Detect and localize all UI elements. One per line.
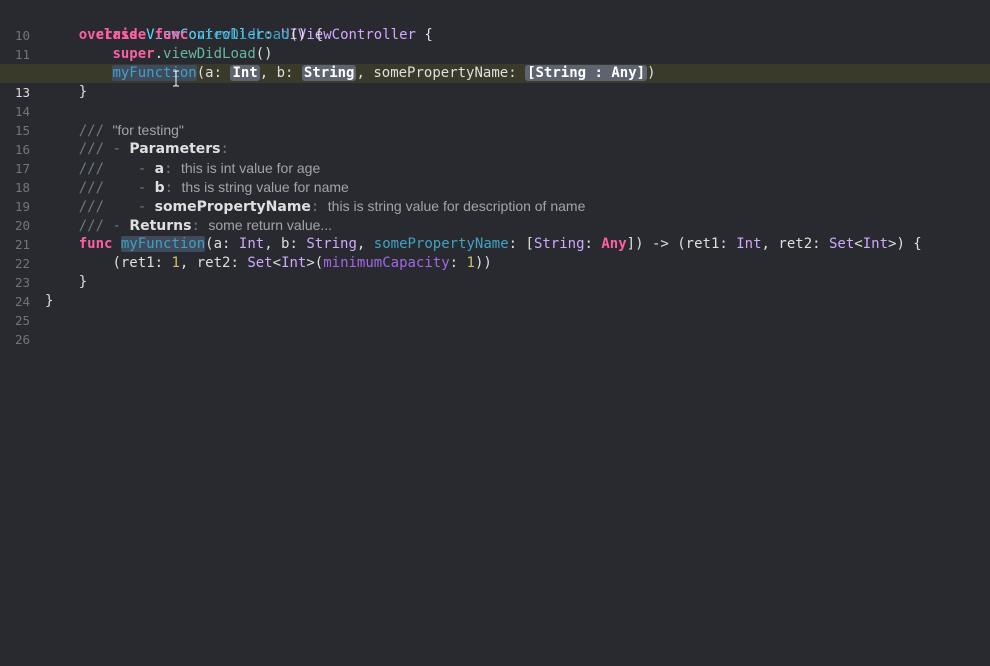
doc-returns-label: Returns	[129, 218, 192, 234]
doc-dash: -	[112, 141, 121, 157]
doc-param-description: ths is string value for name	[181, 179, 349, 195]
parameter-name: somePropertyName	[373, 236, 509, 252]
punctuation: : [	[508, 236, 534, 252]
function-definition-name[interactable]: myFunction	[120, 236, 206, 252]
punctuation: ]) -> (ret1:	[626, 236, 737, 252]
keyword-func: func	[78, 236, 113, 252]
code-line-12[interactable]: 12 super.viewDidLoad()	[0, 45, 990, 81]
code-line-11[interactable]: 11 override func viewDidLoad() {	[0, 26, 990, 62]
code-line-13-current[interactable]: 13 myFunction(a: Int, b: String, somePro…	[0, 64, 990, 100]
argument-label: minimumCapacity	[323, 255, 450, 271]
ibeam-icon	[173, 70, 179, 87]
punctuation: >) {	[888, 236, 922, 252]
number-literal: 1	[466, 255, 475, 271]
code-editor[interactable]: 10 class ViewController: UIViewControlle…	[0, 0, 990, 666]
punctuation: , somePropertyName:	[356, 65, 526, 81]
doc-param-description: this is int value for age	[180, 160, 321, 176]
punctuation: )	[647, 65, 656, 81]
code-line-18[interactable]: 18 /// - a: this is int value for age	[0, 159, 990, 195]
code-line-23[interactable]: 23 (ret1: 1, ret2: Set<Int>(minimumCapac…	[0, 254, 990, 290]
code-line-10[interactable]: 10 class ViewController: UIViewControlle…	[0, 7, 990, 43]
doc-colon: :	[191, 218, 200, 234]
type-set: Set	[828, 236, 855, 252]
type-int: Int	[736, 236, 762, 252]
doc-comment-slashes: ///	[78, 141, 105, 157]
function-call-name[interactable]: myFunction	[112, 65, 197, 81]
placeholder-dictionary[interactable]: [String : Any]	[525, 65, 648, 81]
brace: }	[78, 274, 88, 290]
brace: }	[45, 293, 54, 309]
doc-dash: -	[137, 161, 147, 177]
punctuation: :	[584, 236, 602, 252]
keyword-super: super	[112, 46, 155, 62]
doc-param-name: somePropertyName	[154, 199, 311, 215]
code-line-15[interactable]: 15	[0, 102, 990, 138]
doc-comment-slashes: ///	[78, 199, 105, 215]
doc-param-name: a	[154, 161, 165, 177]
type-int: Int	[281, 255, 307, 271]
keyword-any: Any	[601, 236, 627, 252]
punctuation: <	[854, 236, 863, 252]
punctuation: >(	[306, 255, 324, 271]
doc-colon: :	[164, 161, 173, 177]
code-line-14[interactable]: 14 }	[0, 83, 990, 119]
doc-comment-slashes: ///	[78, 218, 105, 234]
punctuation: , b:	[259, 65, 302, 81]
punctuation: <	[272, 255, 282, 271]
punctuation: :	[449, 255, 467, 271]
doc-colon: :	[220, 141, 229, 157]
ibeam-cursor-icon	[172, 70, 180, 87]
punctuation: (a:	[205, 236, 239, 252]
code-line-20[interactable]: 20 /// - somePropertyName: this is strin…	[0, 197, 990, 233]
punctuation: ()	[255, 46, 273, 62]
code-line-21[interactable]: 21 /// - Returns: some return value...	[0, 216, 990, 252]
line-number: 26	[14, 332, 30, 347]
doc-colon: :	[310, 199, 320, 215]
punctuation: ))	[474, 255, 492, 271]
doc-colon: :	[164, 180, 174, 196]
brace: }	[78, 84, 88, 100]
type-int: Int	[238, 236, 265, 252]
doc-param-description: this is string value for description of …	[327, 198, 586, 214]
type-string: String	[533, 236, 585, 252]
dot: .	[154, 46, 164, 62]
number-literal: 1	[171, 255, 180, 271]
code-line-17[interactable]: 17 /// - Parameters:	[0, 140, 990, 176]
doc-parameters-label: Parameters	[129, 141, 221, 157]
punctuation: , ret2:	[179, 255, 248, 271]
punctuation: , ret2:	[761, 236, 829, 252]
method-name: viewDidLoad	[196, 27, 290, 43]
code-line-19[interactable]: 19 /// - b: ths is string value for name	[0, 178, 990, 214]
method-call: viewDidLoad	[163, 46, 256, 62]
punctuation: (a:	[196, 65, 231, 81]
type-int: Int	[862, 236, 889, 252]
keyword-func: func	[154, 27, 189, 43]
doc-returns-description: some return value...	[208, 217, 333, 233]
doc-comment-slashes: ///	[78, 123, 105, 139]
doc-dash: -	[112, 218, 121, 234]
code-line-22[interactable]: 22 func myFunction(a: Int, b: String, so…	[0, 235, 990, 271]
punctuation: , b:	[264, 236, 307, 252]
punctuation: (ret1:	[112, 255, 172, 271]
code-line-24[interactable]: 24 }	[0, 273, 990, 309]
code-line-26[interactable]: 26	[0, 311, 990, 347]
type-string: String	[306, 236, 357, 252]
type-set: Set	[247, 255, 273, 271]
punctuation: ,	[356, 236, 374, 252]
placeholder-string[interactable]: String	[301, 65, 357, 81]
doc-dash: -	[137, 199, 147, 215]
punctuation: () {	[289, 27, 324, 43]
code-line-16[interactable]: 16 /// "for testing"	[0, 121, 990, 157]
doc-summary: "for testing"	[112, 122, 184, 138]
code-line-25[interactable]: 25 }	[0, 292, 990, 328]
doc-comment-slashes: ///	[78, 161, 105, 177]
doc-dash: -	[137, 180, 147, 196]
doc-comment-slashes: ///	[78, 180, 105, 196]
doc-param-name: b	[154, 180, 165, 196]
keyword-override: override	[78, 27, 147, 43]
placeholder-int[interactable]: Int	[230, 65, 260, 81]
